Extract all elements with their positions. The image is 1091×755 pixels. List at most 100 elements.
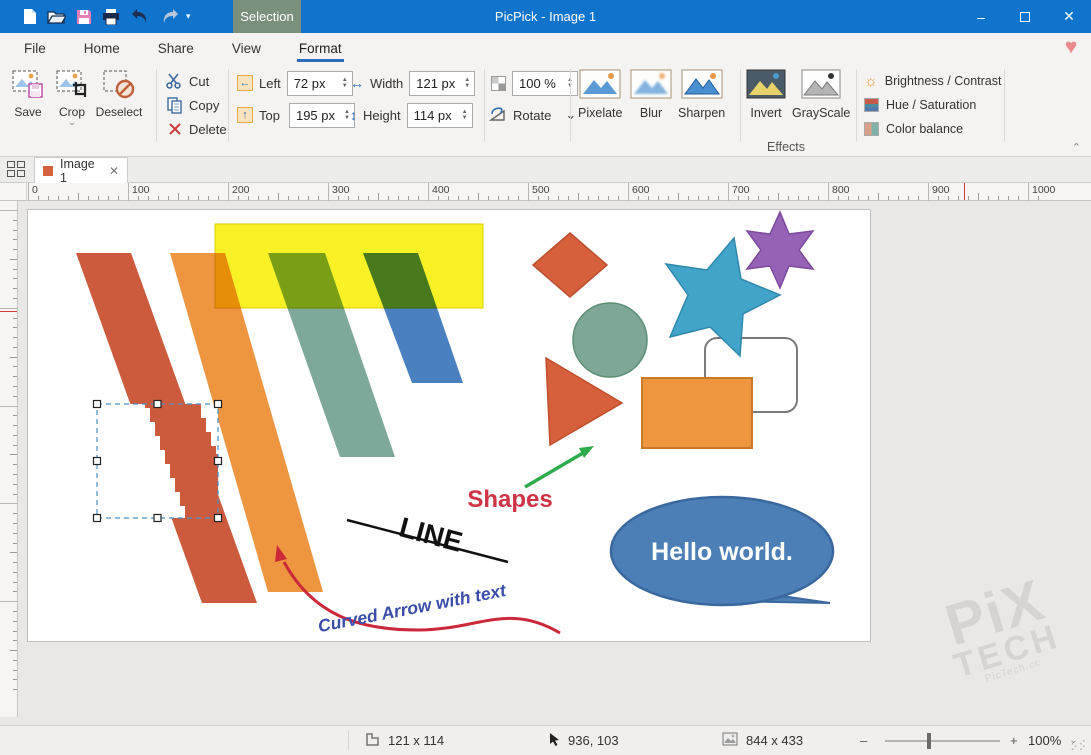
save-icon[interactable] <box>76 9 92 25</box>
heart-icon[interactable]: ♥ <box>1065 36 1077 59</box>
ruler-corner <box>0 183 27 201</box>
ribbon-separator <box>156 69 157 141</box>
workspace[interactable]: Shapes LINE Curved Arrow with text Hello… <box>0 201 1091 725</box>
circle-shape <box>573 303 647 377</box>
collapse-ribbon-icon[interactable]: ⌃ <box>1072 141 1081 154</box>
delete-label: Delete <box>189 122 227 137</box>
delete-button[interactable]: Delete <box>166 118 227 140</box>
ribbon-separator <box>856 69 857 141</box>
speech-bubble-text: Hello world. <box>651 538 793 566</box>
tab-close-icon[interactable]: ✕ <box>109 164 119 178</box>
ribbon-separator <box>740 69 741 141</box>
horizontal-ruler[interactable]: 01002003004005006007008009001000 <box>0 183 1091 201</box>
tab-grid-icon[interactable] <box>7 161 27 179</box>
invert-label: Invert <box>750 106 781 120</box>
maximize-button[interactable] <box>1003 0 1047 33</box>
status-bar: 121 x 114 936, 103 844 x 433 – + 100% ⌄ … <box>0 725 1091 755</box>
color-balance-label: Color balance <box>886 122 963 136</box>
deselect-label: Deselect <box>96 105 143 119</box>
curved-arrow-label: Curved Arrow with text <box>316 580 508 636</box>
document-tab-bar: Image 1 ✕ <box>0 157 1091 183</box>
minimize-button[interactable]: – <box>959 0 1003 33</box>
save-label: Save <box>14 105 41 119</box>
rotate-label: Rotate <box>513 108 551 123</box>
width-label: Width <box>370 76 403 91</box>
diamond-shape <box>533 233 607 297</box>
left-input[interactable]: 72 px▲▼ <box>287 71 353 96</box>
menu-file[interactable]: File <box>22 35 48 62</box>
width-spinner[interactable]: ▲▼ <box>460 72 474 95</box>
top-field-row: ↑ Top 195 px▲▼ <box>237 104 355 126</box>
line-label: LINE <box>396 511 466 557</box>
image-size-icon <box>722 732 738 749</box>
blur-button[interactable]: Blur <box>630 69 672 120</box>
tab-image-1[interactable]: Image 1 ✕ <box>34 157 128 183</box>
close-button[interactable]: ✕ <box>1047 0 1091 33</box>
green-arrow-head <box>579 446 594 458</box>
zoom-in-button[interactable]: + <box>1010 726 1018 755</box>
print-icon[interactable] <box>102 9 120 25</box>
blur-icon <box>630 69 672 102</box>
ribbon-separator <box>1004 69 1005 141</box>
cut-icon <box>166 73 183 90</box>
rotate-button[interactable]: Rotate ⌄ <box>489 104 576 126</box>
pixelate-button[interactable]: Pixelate <box>578 69 622 120</box>
height-input[interactable]: 114 px▲▼ <box>407 103 473 128</box>
effects-group-label: Effects <box>767 140 805 154</box>
cut-button[interactable]: Cut <box>166 70 209 92</box>
brightness-contrast-button[interactable]: ☼ Brightness / Contrast <box>864 70 1001 92</box>
redo-icon[interactable] <box>160 8 180 25</box>
copy-button[interactable]: Copy <box>166 94 219 116</box>
menu-share[interactable]: Share <box>156 35 196 62</box>
zoom-out-button[interactable]: – <box>860 726 867 755</box>
opacity-input[interactable]: 100 %▲▼ <box>512 71 578 96</box>
sharpen-button[interactable]: Sharpen <box>678 69 725 120</box>
capture-mode-tab[interactable]: Selection <box>233 0 301 33</box>
width-input[interactable]: 121 px▲▼ <box>409 71 475 96</box>
left-label: Left <box>259 76 281 91</box>
resize-grip[interactable]: ⡢⡪ <box>1070 740 1087 751</box>
invert-button[interactable]: Invert <box>746 69 786 120</box>
brightness-label: Brightness / Contrast <box>885 74 1002 88</box>
hue-saturation-button[interactable]: Hue / Saturation <box>864 94 976 116</box>
grayscale-button[interactable]: GrayScale <box>792 69 850 120</box>
deselect-button[interactable]: Deselect <box>90 68 148 119</box>
width-icon: ↔ <box>350 75 364 91</box>
top-input[interactable]: 195 px▲▼ <box>289 103 355 128</box>
menu-view[interactable]: View <box>230 35 263 62</box>
undo-icon[interactable] <box>130 8 150 25</box>
new-file-icon[interactable] <box>22 8 37 25</box>
maximize-icon <box>1020 12 1030 22</box>
crop-dropdown-icon[interactable]: ⌄ <box>68 119 76 125</box>
vertical-ruler[interactable]: 0100200300400 <box>0 201 18 717</box>
zoom-level-value: 100% <box>1028 733 1061 748</box>
qat-dropdown-icon[interactable]: ▾ <box>186 11 191 22</box>
zoom-slider-thumb[interactable] <box>927 733 931 749</box>
left-icon: ← <box>237 75 253 91</box>
pixelate-label: Pixelate <box>578 106 622 120</box>
color-balance-button[interactable]: Color balance <box>864 118 963 140</box>
top-icon: ↑ <box>237 107 253 123</box>
statusbar-separator <box>348 731 349 750</box>
open-file-icon[interactable] <box>47 9 66 24</box>
delete-icon <box>166 121 183 138</box>
quick-access-toolbar: ▾ <box>0 8 191 25</box>
window-controls: – ✕ <box>959 0 1091 33</box>
height-spinner[interactable]: ▲▼ <box>458 104 472 127</box>
image-canvas[interactable]: Shapes LINE Curved Arrow with text Hello… <box>28 210 870 641</box>
ribbon-separator <box>484 69 485 141</box>
cursor-icon <box>548 732 560 750</box>
zoom-slider-track[interactable] <box>885 740 1000 742</box>
crop-icon <box>56 68 88 102</box>
copy-icon <box>166 97 183 114</box>
menu-home[interactable]: Home <box>82 35 122 62</box>
hue-label: Hue / Saturation <box>886 98 976 112</box>
menu-bar: File Home Share View Format ♥ <box>0 33 1091 63</box>
six-point-star-shape <box>747 212 813 288</box>
menu-format[interactable]: Format <box>297 35 344 62</box>
selection-size-icon <box>365 732 380 750</box>
height-field-row: ↕ Height 114 px▲▼ <box>350 104 473 126</box>
tab-color-square <box>43 166 53 176</box>
blur-label: Blur <box>640 106 662 120</box>
pixelated-region <box>97 404 218 518</box>
